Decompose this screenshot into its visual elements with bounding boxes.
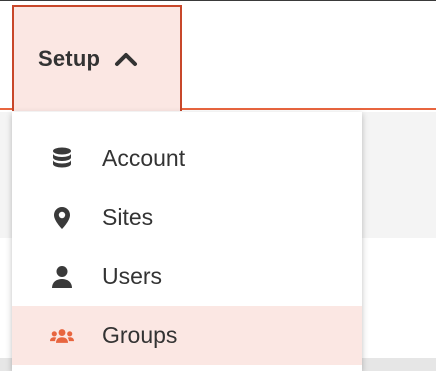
setup-dropdown-menu: Account Sites Users Groups (12, 112, 362, 371)
setup-label: Setup (38, 46, 101, 71)
menu-item-label: Account (102, 145, 186, 171)
menu-item-account[interactable]: Account (12, 129, 362, 188)
database-icon (50, 147, 74, 171)
menu-item-users[interactable]: Users (12, 247, 362, 306)
map-pin-icon (50, 206, 74, 230)
users-group-icon (50, 324, 74, 348)
user-icon (50, 265, 74, 289)
setup-menu-button[interactable]: Setup (12, 5, 182, 111)
menu-item-label: Users (102, 263, 163, 289)
menu-item-groups[interactable]: Groups (12, 306, 362, 365)
menu-item-sites[interactable]: Sites (12, 188, 362, 247)
menu-item-label: Sites (102, 204, 154, 230)
chevron-up-icon (114, 51, 138, 67)
menu-item-label: Groups (102, 322, 178, 348)
